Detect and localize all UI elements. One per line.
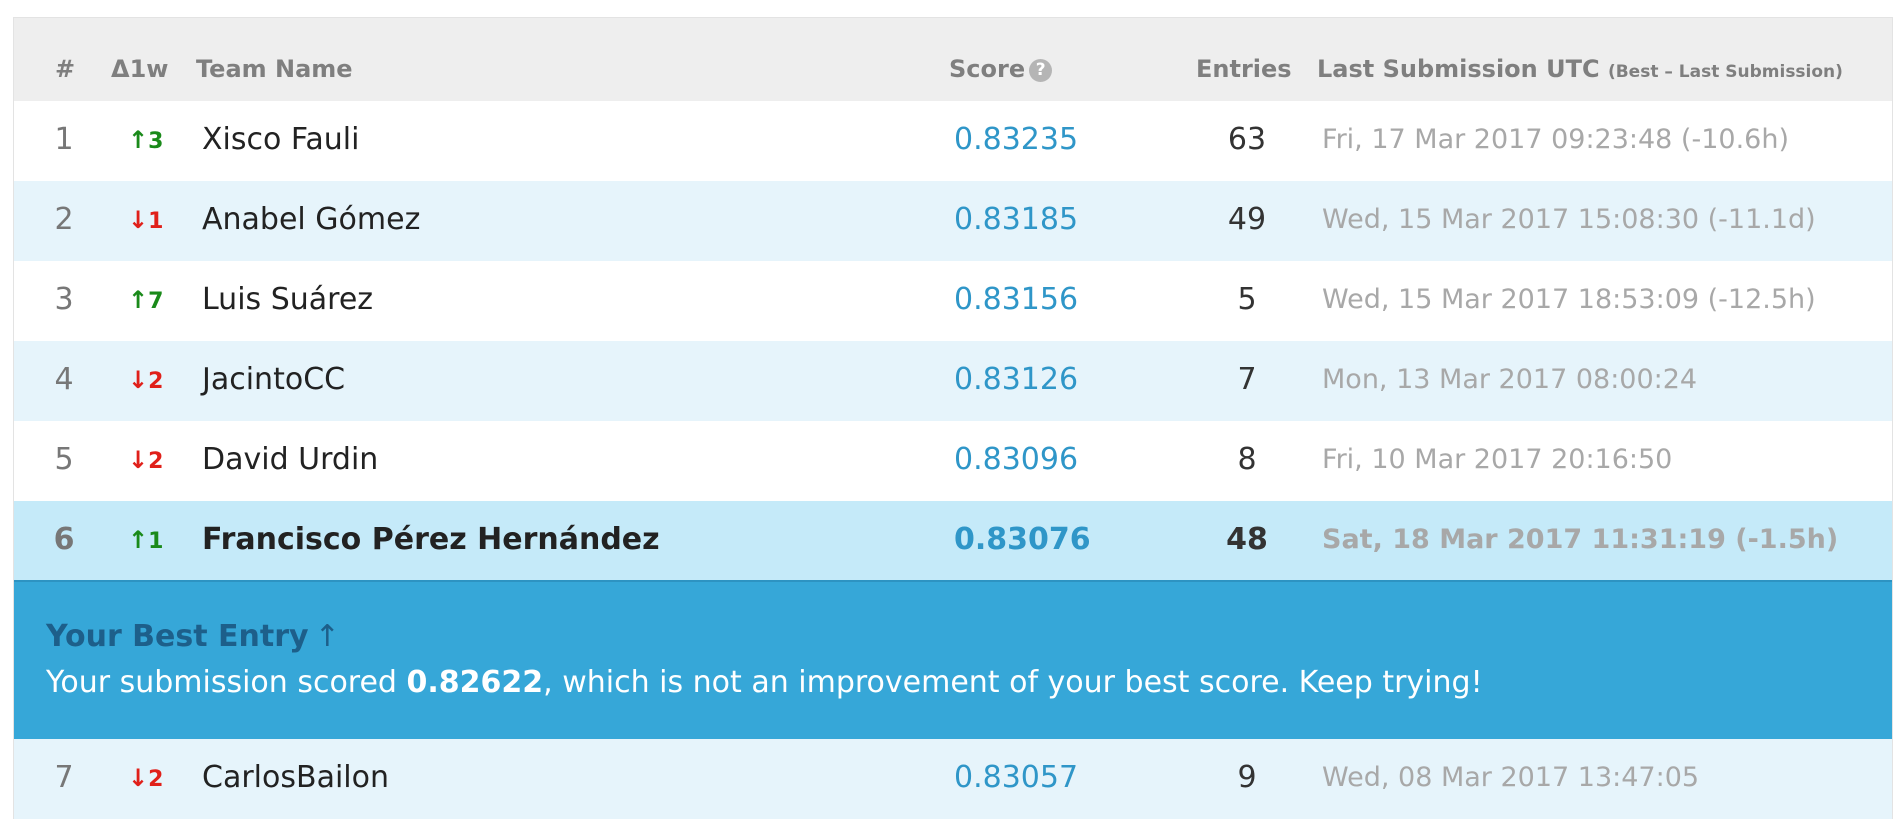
weekly-change: ↑1 (128, 521, 163, 561)
entries-count: 8 (1237, 442, 1257, 477)
team-name[interactable]: JacintoCC (202, 361, 345, 399)
entries-count: 5 (1237, 282, 1257, 317)
header-last-submission-label: Last Submission UTC (1317, 55, 1600, 83)
rank: 6 (53, 522, 75, 557)
best-entry-title-text: Your Best Entry (46, 619, 309, 654)
header-score-label: Score (949, 55, 1026, 83)
arrow-down-icon: ↓ (128, 446, 149, 474)
header-last-submission-note: (Best – Last Submission) (1607, 62, 1843, 82)
arrow-down-icon: ↓ (128, 206, 149, 234)
change-value: 2 (148, 369, 164, 394)
header-entries[interactable]: Entries (1196, 55, 1292, 83)
submission-message-prefix: Your submission scored (46, 665, 407, 700)
leaderboard: # Δ1w Team Name Score? Entries Last Subm… (13, 17, 1893, 819)
table-row[interactable]: 5 ↓2 David Urdin 0.83096 8 Fri, 10 Mar 2… (14, 421, 1892, 501)
entries-count: 48 (1226, 522, 1268, 557)
rank: 7 (54, 760, 74, 795)
score: 0.83076 (954, 522, 1091, 557)
arrow-up-icon: ↑ (314, 619, 340, 654)
weekly-change: ↓1 (128, 201, 163, 241)
entries-count: 49 (1227, 202, 1267, 237)
table-row[interactable]: 4 ↓2 JacintoCC 0.83126 7 Mon, 13 Mar 201… (14, 341, 1892, 421)
last-submission: Fri, 17 Mar 2017 09:23:48 (-10.6h) (1322, 124, 1789, 155)
score: 0.83126 (954, 362, 1079, 397)
change-value: 1 (148, 529, 164, 554)
arrow-up-icon: ↑ (128, 526, 149, 554)
rank: 3 (54, 282, 74, 317)
change-value: 3 (148, 129, 164, 154)
weekly-change: ↑3 (128, 121, 163, 161)
table-row[interactable]: 3 ↑7 Luis Suárez 0.83156 5 Wed, 15 Mar 2… (14, 261, 1892, 341)
weekly-change: ↓2 (128, 441, 163, 481)
weekly-change: ↑7 (128, 281, 163, 321)
change-value: 1 (148, 209, 164, 234)
rank: 5 (54, 442, 74, 477)
leaderboard-header: # Δ1w Team Name Score? Entries Last Subm… (14, 18, 1892, 101)
score: 0.83057 (954, 760, 1079, 795)
last-submission: Mon, 13 Mar 2017 08:00:24 (1322, 364, 1698, 395)
table-row[interactable]: 1 ↑3 Xisco Fauli 0.83235 63 Fri, 17 Mar … (14, 101, 1892, 181)
header-team-name[interactable]: Team Name (196, 55, 353, 83)
score: 0.83235 (954, 122, 1079, 157)
change-value: 2 (148, 767, 164, 792)
header-last-submission[interactable]: Last Submission UTC (Best – Last Submiss… (1317, 55, 1843, 86)
table-row[interactable]: 2 ↓1 Anabel Gómez 0.83185 49 Wed, 15 Mar… (14, 181, 1892, 261)
submission-message: Your submission scored 0.82622, which is… (46, 665, 1483, 700)
submission-message-suffix: , which is not an improvement of your be… (543, 665, 1483, 700)
last-submission: Wed, 15 Mar 2017 18:53:09 (-12.5h) (1322, 284, 1816, 315)
arrow-up-icon: ↑ (128, 126, 149, 154)
best-entry-title: Your Best Entry ↑ (46, 619, 340, 654)
header-score[interactable]: Score? (949, 55, 1053, 83)
team-name[interactable]: CarlosBailon (202, 759, 389, 797)
team-name[interactable]: David Urdin (202, 441, 378, 479)
arrow-down-icon: ↓ (128, 764, 149, 792)
last-submission: Wed, 08 Mar 2017 13:47:05 (1322, 762, 1700, 793)
help-circle-icon[interactable]: ? (1029, 59, 1053, 82)
team-name[interactable]: Anabel Gómez (202, 201, 420, 239)
best-entry-banner: Your Best Entry ↑ Your submission scored … (14, 580, 1892, 739)
submission-score: 0.82622 (406, 665, 544, 700)
header-rank[interactable]: # (55, 55, 75, 83)
weekly-change: ↓2 (128, 361, 163, 401)
rank: 2 (54, 202, 74, 237)
last-submission: Fri, 10 Mar 2017 20:16:50 (1322, 444, 1673, 475)
score: 0.83096 (954, 442, 1079, 477)
last-submission: Wed, 15 Mar 2017 15:08:30 (-11.1d) (1322, 204, 1816, 235)
current-user-row[interactable]: 6 ↑1 Francisco Pérez Hernández 0.83076 4… (14, 501, 1892, 580)
change-value: 2 (148, 449, 164, 474)
team-name[interactable]: Luis Suárez (202, 281, 373, 319)
last-submission: Sat, 18 Mar 2017 11:31:19 (-1.5h) (1322, 524, 1839, 555)
score: 0.83156 (954, 282, 1079, 317)
table-row[interactable]: 7 ↓2 CarlosBailon 0.83057 9 Wed, 08 Mar … (14, 739, 1892, 819)
header-weekly-change[interactable]: Δ1w (111, 55, 168, 83)
rank: 4 (54, 362, 74, 397)
arrow-up-icon: ↑ (128, 286, 149, 314)
team-name[interactable]: Francisco Pérez Hernández (202, 521, 660, 559)
rank: 1 (54, 122, 74, 157)
entries-count: 7 (1237, 362, 1257, 397)
weekly-change: ↓2 (128, 759, 163, 799)
score: 0.83185 (954, 202, 1079, 237)
entries-count: 9 (1237, 760, 1257, 795)
entries-count: 63 (1227, 122, 1267, 157)
team-name[interactable]: Xisco Fauli (202, 121, 359, 159)
change-value: 7 (148, 289, 164, 314)
arrow-down-icon: ↓ (128, 366, 149, 394)
